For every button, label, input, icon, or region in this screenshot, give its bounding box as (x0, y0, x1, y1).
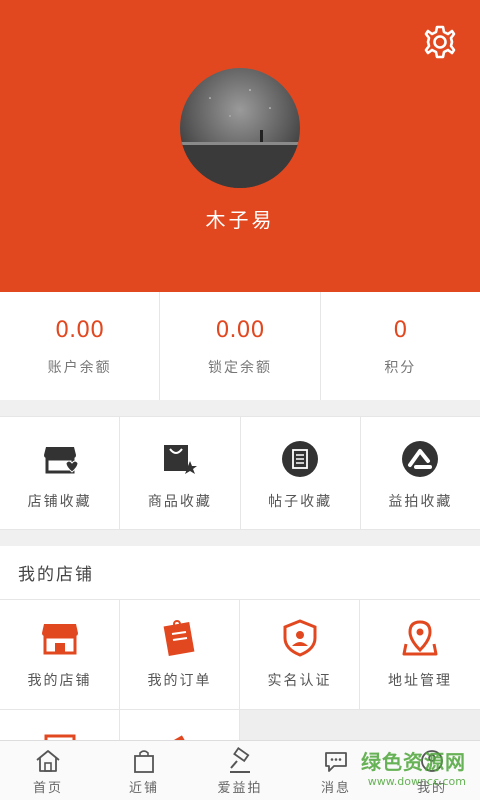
yipai-logo-icon (402, 441, 439, 477)
document-circle-icon (282, 441, 319, 477)
shop-item-label: 我的订单 (147, 673, 212, 689)
stat-label: 锁定余额 (207, 360, 272, 376)
stat-account-balance[interactable]: 0.00 账户余额 (0, 292, 161, 400)
shop-item-my-shop[interactable]: 我的店铺 (0, 600, 120, 710)
stat-value: 0.00 (215, 318, 265, 343)
shop-item-verification[interactable]: 实名认证 (240, 600, 360, 710)
shop-item-label: 地址管理 (388, 673, 452, 689)
watermark-title: 绿色资源网 (361, 750, 466, 774)
orders-icon (163, 620, 194, 657)
favorites-row: 店铺收藏 商品收藏 帖子收藏 益拍收藏 (0, 416, 480, 530)
shop-item-my-orders[interactable]: 我的订单 (120, 600, 240, 710)
stat-label: 账户余额 (47, 360, 112, 376)
favorite-label: 商品收藏 (147, 494, 212, 510)
favorite-label: 店铺收藏 (27, 494, 92, 510)
shop-item-partial[interactable] (0, 710, 120, 744)
tab-label: 爱益拍 (217, 781, 263, 796)
tab-aiyipai[interactable]: 爱益拍 (192, 741, 288, 800)
profile-header: 木子易 (0, 0, 480, 292)
favorite-label: 益拍收藏 (388, 494, 453, 510)
shop-grid: 我的店铺 我的订单 实名认证 地址管理 (0, 600, 480, 744)
shop-item-address[interactable]: 地址管理 (360, 600, 480, 710)
empty-filler (240, 710, 480, 744)
watermark-url: www.downcc.com (367, 775, 466, 788)
avatar[interactable] (180, 68, 300, 188)
tab-home[interactable]: 首页 (0, 741, 96, 800)
shopping-bag-icon (134, 750, 154, 773)
stat-value: 0 (393, 318, 408, 343)
favorite-posts[interactable]: 帖子收藏 (241, 417, 361, 529)
store-icon (41, 624, 78, 655)
home-icon (36, 750, 60, 772)
tab-label: 首页 (32, 781, 63, 796)
section-title: 我的店铺 (0, 546, 480, 600)
favorite-label: 帖子收藏 (268, 494, 333, 510)
stat-value: 0.00 (55, 318, 105, 343)
shop-item-label: 实名认证 (267, 673, 332, 689)
favorite-products[interactable]: 商品收藏 (120, 417, 241, 529)
stat-label: 积分 (384, 360, 417, 376)
stat-locked-balance[interactable]: 0.00 锁定余额 (160, 292, 321, 400)
gear-icon[interactable] (422, 24, 458, 60)
stats-bar: 0.00 账户余额 0.00 锁定余额 0 积分 (0, 292, 480, 400)
shop-item-label: 我的店铺 (27, 673, 92, 689)
auction-hammer-icon (230, 747, 250, 773)
watermark: 绿色资源网 www.downcc.com (361, 746, 466, 788)
shop-favorite-icon (43, 447, 79, 474)
verify-shield-icon (283, 619, 316, 657)
tab-nearby[interactable]: 近铺 (96, 741, 192, 800)
bag-star-icon (163, 445, 197, 474)
favorite-yipai[interactable]: 益拍收藏 (361, 417, 480, 529)
favorite-shops[interactable]: 店铺收藏 (0, 417, 121, 529)
stat-points[interactable]: 0 积分 (321, 292, 480, 400)
username: 木子易 (205, 208, 275, 232)
tab-label: 近铺 (128, 781, 159, 796)
message-icon (325, 752, 347, 772)
map-pin-icon (402, 620, 438, 656)
shop-item-partial[interactable] (120, 710, 240, 744)
